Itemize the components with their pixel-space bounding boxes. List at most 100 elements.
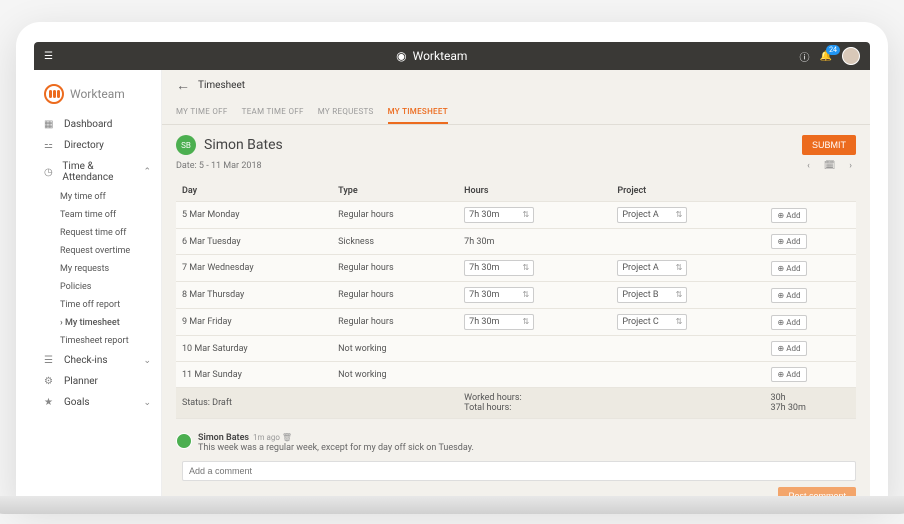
day-cell: 8 Mar Thursday — [176, 282, 332, 309]
table-row: 9 Mar FridayRegular hours7h 30mProject C… — [176, 309, 856, 336]
notifications-icon[interactable]: 🔔24 — [820, 51, 832, 62]
tab[interactable]: MY REQUESTS — [318, 101, 374, 124]
user-chip: SB — [176, 135, 196, 155]
add-button[interactable]: ⊕ Add — [771, 261, 808, 276]
hamburger-icon[interactable]: ☰ — [44, 51, 64, 62]
project-cell — [611, 229, 764, 255]
type-cell: Sickness — [332, 229, 458, 255]
type-cell: Regular hours — [332, 255, 458, 282]
directory-icon: ⚍ — [44, 140, 58, 151]
sidebar-sub-item[interactable]: My requests — [34, 260, 161, 278]
day-cell: 6 Mar Tuesday — [176, 229, 332, 255]
tab[interactable]: TEAM TIME OFF — [242, 101, 304, 124]
date-range: Date: 5 - 11 Mar 2018 — [176, 161, 262, 171]
planner-icon: ⚙ — [44, 376, 58, 387]
comment-author: Simon Bates — [198, 433, 249, 443]
table-row: 10 Mar SaturdayNot working ⊕ Add — [176, 336, 856, 362]
table-row: 5 Mar MondayRegular hours 7h 30m Project A… — [176, 202, 856, 229]
sidebar-item-checkins[interactable]: ☰ Check-ins ⌄ — [34, 350, 161, 371]
day-cell: 11 Mar Sunday — [176, 362, 332, 388]
dashboard-icon: ▦ — [44, 119, 58, 130]
app-brand: ◉ Workteam — [64, 49, 800, 63]
calendar-icon[interactable]: 🗓 — [820, 159, 839, 173]
sidebar: Workteam ▦ Dashboard ⚍ Directory ◷ Time … — [34, 70, 162, 502]
sidebar-item-goals[interactable]: ★ Goals ⌄ — [34, 392, 161, 413]
hours-cell: 7h 30m — [458, 309, 611, 336]
sidebar-sub-item[interactable]: Request overtime — [34, 242, 161, 260]
chevron-down-icon: ⌄ — [143, 356, 151, 366]
sidebar-sub-item[interactable]: My time off — [34, 188, 161, 206]
project-cell: Project C — [611, 309, 764, 336]
hours-cell — [458, 362, 611, 388]
day-cell: 5 Mar Monday — [176, 202, 332, 229]
comment-text: This week was a regular week, except for… — [198, 443, 474, 453]
add-button[interactable]: ⊕ Add — [771, 341, 808, 356]
column-header: Project — [611, 181, 764, 202]
project-select[interactable]: Project C — [617, 314, 687, 330]
add-button[interactable]: ⊕ Add — [771, 234, 808, 249]
project-select[interactable]: Project A — [617, 260, 687, 276]
submit-button[interactable]: SUBMIT — [802, 135, 856, 155]
hours-select[interactable]: 7h 30m — [464, 207, 534, 223]
help-icon[interactable]: ⓘ — [800, 49, 810, 64]
sidebar-sub-item[interactable]: Timesheet report — [34, 332, 161, 350]
prev-week-icon[interactable]: ‹ — [803, 159, 814, 173]
column-header: Day — [176, 181, 332, 202]
avatar — [176, 433, 192, 449]
add-button[interactable]: ⊕ Add — [771, 288, 808, 303]
add-button[interactable]: ⊕ Add — [771, 315, 808, 330]
tab[interactable]: MY TIME OFF — [176, 101, 228, 124]
type-cell: Regular hours — [332, 309, 458, 336]
sidebar-sub-item[interactable]: Policies — [34, 278, 161, 296]
add-button[interactable]: ⊕ Add — [771, 208, 808, 223]
chevron-up-icon: ⌃ — [143, 167, 151, 177]
logo: Workteam — [34, 78, 161, 114]
project-cell: Project A — [611, 202, 764, 229]
goals-icon: ★ — [44, 397, 58, 408]
project-cell — [611, 336, 764, 362]
hours-cell: 7h 30m — [458, 202, 611, 229]
table-row: 7 Mar WednesdayRegular hours 7h 30m Projec… — [176, 255, 856, 282]
project-cell: Project B — [611, 282, 764, 309]
sidebar-item-time[interactable]: ◷ Time & Attendance ⌃ — [34, 156, 161, 188]
checkins-icon: ☰ — [44, 355, 58, 366]
page-title: Timesheet — [198, 80, 245, 91]
type-cell: Regular hours — [332, 282, 458, 309]
logo-icon — [44, 84, 64, 104]
sidebar-item-directory[interactable]: ⚍ Directory — [34, 135, 161, 156]
column-header: Type — [332, 181, 458, 202]
hours-cell: 7h 30m — [458, 282, 611, 309]
back-icon[interactable]: ← — [176, 77, 190, 94]
sidebar-sub-item[interactable]: Time off report — [34, 296, 161, 314]
type-cell: Regular hours — [332, 202, 458, 229]
next-week-icon[interactable]: › — [845, 159, 856, 173]
day-cell: 7 Mar Wednesday — [176, 255, 332, 282]
project-cell: Project A — [611, 255, 764, 282]
tab[interactable]: MY TIMESHEET — [388, 101, 448, 124]
hours-cell: 7h 30m — [458, 229, 611, 255]
type-cell: Not working — [332, 362, 458, 388]
post-comment-button[interactable]: Post comment — [778, 487, 856, 502]
sidebar-sub-item[interactable]: › My timesheet — [34, 314, 161, 332]
project-select[interactable]: Project A — [617, 207, 687, 223]
user-name: Simon Bates — [204, 137, 794, 153]
sidebar-sub-item[interactable]: Team time off — [34, 206, 161, 224]
sidebar-sub-item[interactable]: Request time off — [34, 224, 161, 242]
add-button[interactable]: ⊕ Add — [771, 367, 808, 382]
table-row: 6 Mar TuesdaySickness7h 30m ⊕ Add — [176, 229, 856, 255]
table-row: 11 Mar SundayNot working ⊕ Add — [176, 362, 856, 388]
project-select[interactable]: Project B — [617, 287, 687, 303]
sidebar-item-planner[interactable]: ⚙ Planner — [34, 371, 161, 392]
hours-select[interactable]: 7h 30m — [464, 287, 534, 303]
comment: Simon Bates1m ago 🗑This week was a regul… — [176, 429, 856, 457]
type-cell: Not working — [332, 336, 458, 362]
day-cell: 10 Mar Saturday — [176, 336, 332, 362]
table-row: 8 Mar ThursdayRegular hours 7h 30m Project… — [176, 282, 856, 309]
avatar[interactable] — [842, 47, 860, 65]
hours-select[interactable]: 7h 30m — [464, 260, 534, 276]
hours-select[interactable]: 7h 30m — [464, 314, 534, 330]
sidebar-item-dashboard[interactable]: ▦ Dashboard — [34, 114, 161, 135]
clock-icon: ◷ — [44, 167, 56, 178]
comment-input[interactable] — [182, 461, 856, 481]
column-header — [765, 181, 856, 202]
